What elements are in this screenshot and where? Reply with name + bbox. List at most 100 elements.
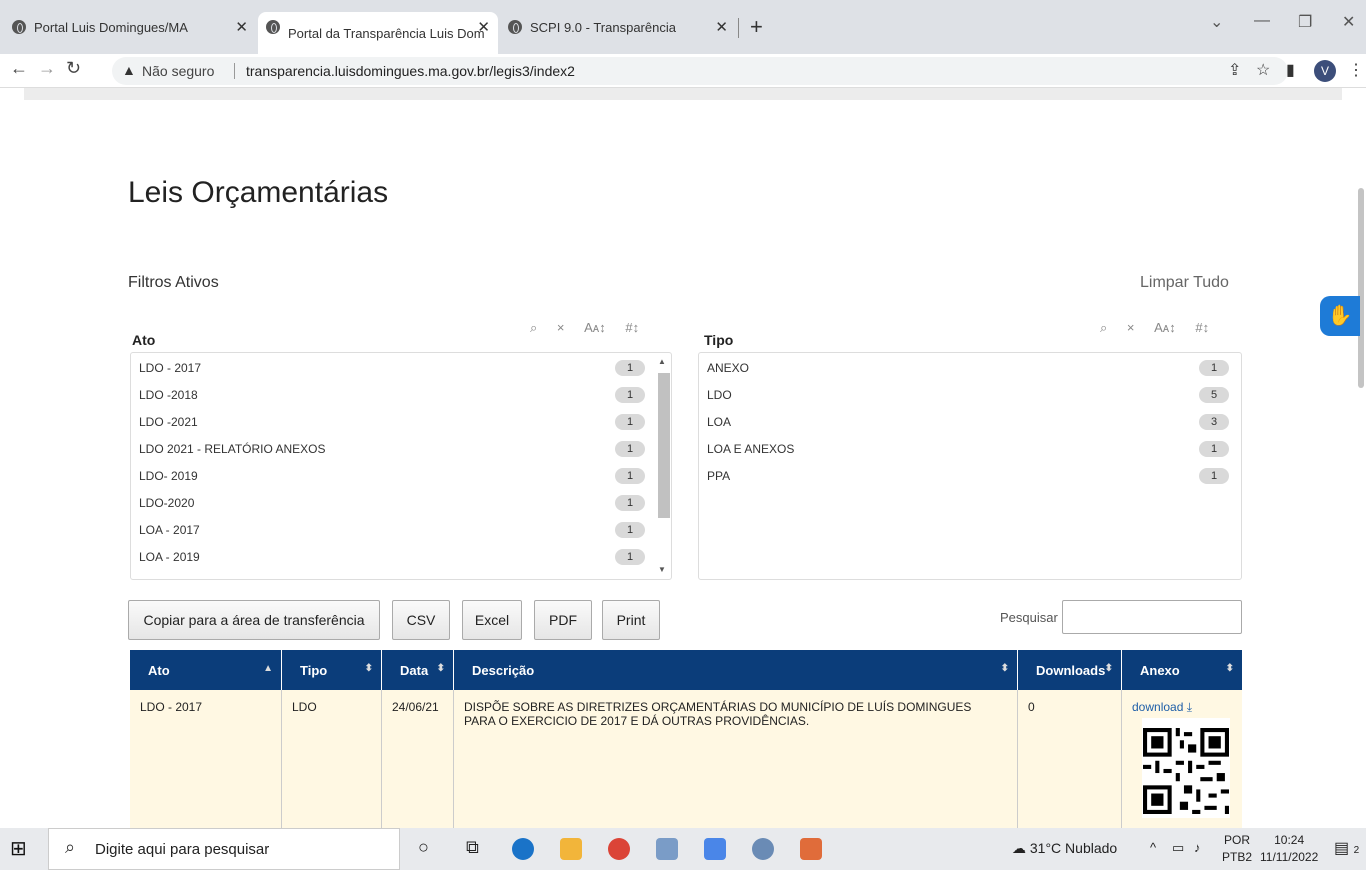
search-icon: ⌕ [65, 837, 76, 857]
facet-item-label: LDO- 2019 [139, 469, 198, 483]
close-icon[interactable]: ✕ [235, 18, 248, 36]
volume-icon[interactable]: ♪ [1194, 840, 1201, 855]
close-icon[interactable]: ✕ [715, 18, 728, 36]
menu-kebab-icon[interactable]: ⋮ [1348, 60, 1364, 80]
share-icon[interactable]: ⇪ [1228, 60, 1241, 80]
sort-icon: ⬍ [364, 663, 373, 674]
bookmark-star-icon[interactable]: ☆ [1256, 60, 1270, 80]
facet-ato-item[interactable]: LOA - 2017 [139, 517, 200, 543]
clear-icon[interactable]: × [1127, 320, 1135, 335]
weather-widget[interactable]: ☁ 31°C Nublado [1012, 840, 1117, 857]
download-icon[interactable]: ⤓ [1187, 700, 1192, 714]
facet-item-count: 1 [1199, 468, 1229, 484]
facet-ato-item[interactable]: LDO - 2017 [139, 355, 201, 381]
page-scrollbar[interactable] [1358, 188, 1364, 388]
profile-avatar[interactable]: V [1314, 60, 1336, 82]
system-clock[interactable]: 10:24 11/11/2022 [1260, 832, 1318, 866]
facet-item-label: LDO-2020 [139, 496, 195, 510]
edge-icon[interactable] [512, 838, 534, 860]
facet-item-count: 3 [1199, 414, 1229, 430]
copy-clipboard-button[interactable]: Copiar para a área de transferência [128, 600, 380, 640]
csv-button[interactable]: CSV [392, 600, 450, 640]
notification-center[interactable]: ▤ 2 [1334, 838, 1359, 858]
facet-ato-item[interactable]: LDO 2021 - RELATÓRIO ANEXOS [139, 436, 326, 462]
facet-ato-item[interactable]: LDO- 2019 [139, 463, 198, 489]
excel-button[interactable]: Excel [462, 600, 522, 640]
restore-icon[interactable]: ❐ [1298, 12, 1312, 32]
facet-item-count: 1 [1199, 441, 1229, 457]
column-ato[interactable]: Ato ▲ [130, 650, 282, 690]
facet-item-label: LOA - 2017 [139, 523, 200, 537]
paint-3d-icon[interactable] [656, 838, 678, 860]
file-explorer-icon[interactable] [560, 838, 582, 860]
tab-portal-transparencia[interactable]: Portal da Transparência Luis Dom ✕ [258, 12, 498, 54]
security-status[interactable]: Não seguro [142, 63, 214, 79]
sort-alpha-icon[interactable]: Aᴀ↕ [584, 320, 606, 335]
facet-ato-item[interactable]: LDO -2018 [139, 382, 198, 408]
search-icon[interactable]: ⌕ [1100, 320, 1107, 336]
tray-expand-icon[interactable]: ^ [1150, 840, 1156, 855]
accessibility-hand-icon[interactable]: ✋ [1320, 296, 1360, 336]
new-tab-icon[interactable]: + [750, 14, 763, 40]
facet-ato-item[interactable]: LDO-2020 [139, 490, 194, 516]
download-link[interactable]: download [1132, 700, 1183, 714]
tab-scpi-transparencia[interactable]: SCPI 9.0 - Transparência ✕ [500, 12, 736, 42]
clear-all-link[interactable]: Limpar Tudo [1140, 274, 1229, 292]
task-view-icon[interactable]: ⧉ [466, 837, 479, 858]
tab-portal-luis-domingues[interactable]: Portal Luis Domingues/MA ✕ [4, 12, 256, 42]
facet-tipo-item[interactable]: LOA E ANEXOS [707, 436, 794, 462]
sort-count-icon[interactable]: #↕ [1195, 320, 1209, 335]
column-label: Ato [148, 662, 170, 678]
cell-tipo: LDO [282, 690, 382, 830]
column-downloads[interactable]: Downloads ⬍ [1018, 650, 1122, 690]
column-data[interactable]: Data ⬍ [382, 650, 454, 690]
document-app-icon[interactable] [704, 838, 726, 860]
side-panel-icon[interactable]: ▮ [1286, 60, 1295, 80]
facet-item-count: 1 [615, 549, 645, 565]
facet-ato-item[interactable]: LDO -2021 [139, 409, 198, 435]
search-icon[interactable]: ⌕ [530, 320, 537, 336]
scroll-thumb[interactable] [658, 373, 670, 518]
table-search-input[interactable] [1062, 600, 1242, 634]
column-tipo[interactable]: Tipo ⬍ [282, 650, 382, 690]
language-indicator[interactable]: POR PTB2 [1222, 832, 1252, 866]
taskbar-search[interactable]: ⌕ Digite aqui para pesquisar [48, 828, 400, 870]
sort-count-icon[interactable]: #↕ [625, 320, 639, 335]
facet-scrollbar[interactable]: ▲ ▼ [653, 355, 670, 579]
tab-search-chevron-icon[interactable]: ⌄ [1210, 12, 1223, 32]
forward-icon[interactable]: → [38, 58, 56, 79]
pdf-button[interactable]: PDF [534, 600, 592, 640]
globe-icon [266, 20, 280, 34]
scroll-down-icon[interactable]: ▼ [658, 565, 666, 574]
network-icon[interactable]: ▭ [1172, 840, 1184, 856]
chrome-icon[interactable] [608, 838, 630, 860]
facet-item-label: LDO -2018 [139, 388, 198, 402]
sort-alpha-icon[interactable]: Aᴀ↕ [1154, 320, 1176, 335]
column-anexo[interactable]: Anexo ⬍ [1122, 650, 1242, 690]
warning-icon[interactable]: ▲ [122, 62, 136, 78]
cortana-icon[interactable]: ○ [418, 837, 429, 858]
facet-tipo-item[interactable]: LOA [707, 409, 731, 435]
scroll-up-icon[interactable]: ▲ [658, 357, 666, 366]
facet-item-count: 1 [615, 387, 645, 403]
reload-icon[interactable]: ↻ [66, 58, 81, 79]
facet-tipo-item[interactable]: PPA [707, 463, 730, 489]
window-close-icon[interactable]: ✕ [1342, 12, 1355, 32]
windows-start-icon[interactable]: ⊞ [10, 836, 27, 861]
column-descricao[interactable]: Descrição ⬍ [454, 650, 1018, 690]
facet-ato-item[interactable]: LOA - 2019 [139, 544, 200, 570]
back-icon[interactable]: ← [10, 58, 28, 79]
paint-icon[interactable] [752, 838, 774, 860]
snipping-tool-icon[interactable] [800, 838, 822, 860]
windows-taskbar: ⊞ ⌕ Digite aqui para pesquisar ○ ⧉ ☁ 31°… [0, 828, 1366, 870]
address-bar[interactable]: ▲ Não seguro transparencia.luisdomingues… [112, 57, 1288, 85]
facet-tipo-item[interactable]: LDO [707, 382, 732, 408]
facet-tipo-item[interactable]: ANEXO [707, 355, 749, 381]
close-icon[interactable]: ✕ [477, 18, 490, 36]
clear-icon[interactable]: × [557, 320, 565, 335]
url-text[interactable]: transparencia.luisdomingues.ma.gov.br/le… [246, 63, 575, 79]
facet-item-label: LDO - 2017 [139, 361, 202, 375]
minimize-icon[interactable]: — [1254, 12, 1270, 30]
sort-icon: ⬍ [436, 663, 445, 674]
print-button[interactable]: Print [602, 600, 660, 640]
